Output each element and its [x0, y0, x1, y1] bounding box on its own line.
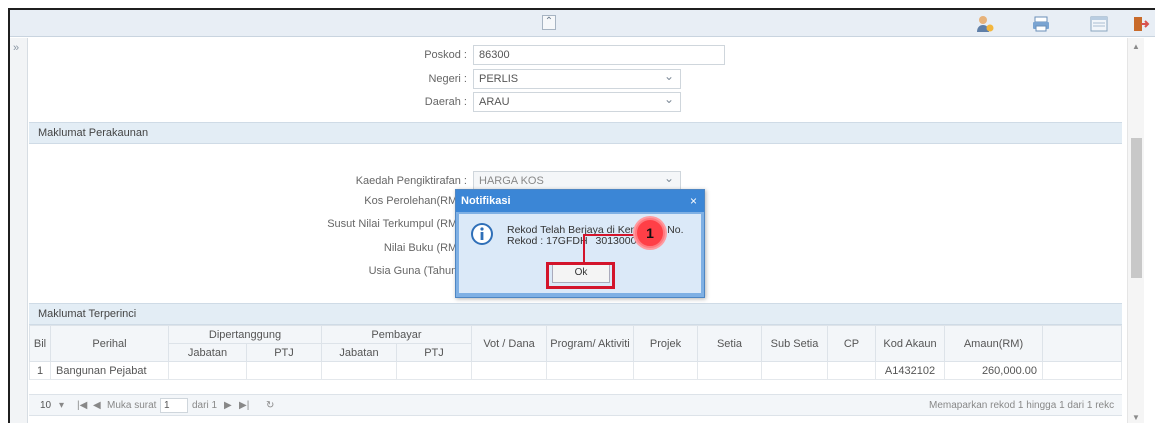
page-size-select[interactable]: 10 — [40, 400, 51, 411]
page-size-dropdown-icon[interactable]: ▾ — [59, 400, 64, 411]
table-pager: 10 ▾ |◀ ◀ Muka surat 1 dari 1 ▶ ▶| ↻ Mem… — [29, 394, 1122, 416]
callout-connector-vertical — [583, 235, 585, 263]
callout-connector — [583, 234, 637, 236]
cell-perihal: Bangunan Pejabat — [50, 361, 169, 380]
detail-table: Bil Perihal Dipertanggung Pembayar Vot /… — [29, 325, 1122, 380]
col-amaun: Amaun(RM) — [944, 325, 1043, 362]
logout-icon[interactable] — [1131, 14, 1151, 34]
next-page-icon[interactable]: ▶ — [224, 400, 232, 411]
table-row[interactable]: 1 Bangunan Pejabat A1432102 260,000.00 — [29, 361, 1122, 380]
negeri-select[interactable]: PERLIS — [473, 67, 681, 89]
col-dip-ptj: PTJ — [246, 343, 322, 362]
col-dip-jabatan: Jabatan — [168, 343, 247, 362]
col-dipertanggung: Dipertanggung — [168, 325, 322, 344]
close-icon[interactable]: × — [690, 190, 697, 212]
daerah-label: Daerah : — [424, 96, 467, 108]
col-pembayar: Pembayar — [321, 325, 472, 344]
section-maklumat-perakaunan: Maklumat Perakaunan — [29, 122, 1122, 144]
col-kod-akaun: Kod Akaun — [875, 325, 945, 362]
kaedah-select[interactable]: HARGA KOS — [473, 169, 681, 191]
poskod-label: Poskod : — [424, 49, 467, 61]
usia-guna-label: Usia Guna (Tahun) : — [368, 265, 467, 277]
prev-page-icon[interactable]: ◀ — [93, 400, 101, 411]
col-cp: CP — [827, 325, 876, 362]
sidebar-expand-strip[interactable]: » — [10, 38, 28, 423]
dialog-message-line2: Rekod : 17GFDH — [507, 235, 588, 247]
col-program: Program/ Aktiviti — [546, 325, 634, 362]
last-page-icon[interactable]: ▶| — [239, 400, 249, 411]
callout-highlight-box — [546, 262, 615, 289]
negeri-label: Negeri : — [428, 73, 467, 85]
top-toolbar: ⌃ — [10, 10, 1155, 37]
window-icon[interactable] — [1089, 14, 1109, 34]
col-setia: Setia — [697, 325, 762, 362]
col-projek: Projek — [633, 325, 698, 362]
cell-amaun: 260,000.00 — [944, 361, 1043, 380]
printer-icon[interactable] — [1031, 14, 1051, 34]
dialog-title: Notifikasi — [456, 190, 704, 212]
col-perihal: Perihal — [50, 325, 169, 362]
first-page-icon[interactable]: |◀ — [77, 400, 87, 411]
daerah-select[interactable]: ARAU — [473, 90, 681, 112]
kos-perolehan-label: Kos Perolehan(RM) : — [364, 195, 467, 207]
page-total-label: dari 1 — [192, 400, 218, 411]
callout-step-marker: 1 — [635, 218, 665, 248]
col-bil: Bil — [29, 325, 51, 362]
col-pem-jabatan: Jabatan — [321, 343, 397, 362]
page-label: Muka surat — [107, 400, 157, 411]
cell-kod-akaun: A1432102 — [875, 361, 945, 380]
col-blank — [1042, 325, 1122, 362]
user-icon[interactable] — [975, 14, 995, 34]
scroll-thumb[interactable] — [1131, 138, 1142, 278]
record-summary: Memaparkan rekod 1 hingga 1 dari 1 rekc — [929, 400, 1115, 411]
refresh-icon[interactable]: ↻ — [266, 400, 274, 411]
scroll-up-icon[interactable]: ▲ — [1132, 42, 1140, 51]
dialog-message: Rekod Telah Berjaya di Kema No. Rekod : 1… — [507, 225, 697, 247]
kaedah-label: Kaedah Pengiktirafan : — [355, 175, 467, 187]
col-pem-ptj: PTJ — [396, 343, 472, 362]
dialog-title-text: Notifikasi — [461, 195, 511, 207]
scroll-down-icon[interactable]: ▼ — [1132, 413, 1140, 422]
page-number-input[interactable]: 1 — [160, 398, 188, 413]
vertical-scrollbar[interactable]: ▲ ▼ — [1127, 38, 1144, 423]
susut-nilai-label: Susut Nilai Terkumpul (RM) : — [327, 218, 467, 230]
info-icon — [471, 223, 493, 245]
cell-bil: 1 — [29, 361, 51, 380]
col-vot-dana: Vot / Dana — [471, 325, 547, 362]
poskod-field[interactable]: 86300 — [473, 45, 725, 65]
double-chevron-right-icon[interactable]: » — [13, 42, 19, 54]
col-sub-setia: Sub Setia — [761, 325, 828, 362]
section-maklumat-terperinci: Maklumat Terperinci — [29, 303, 1122, 325]
double-chevron-up-icon[interactable]: ⌃ — [542, 15, 556, 30]
nilai-buku-label: Nilai Buku (RM) : — [383, 242, 467, 254]
dialog-message-line1-end: No. — [667, 224, 684, 236]
